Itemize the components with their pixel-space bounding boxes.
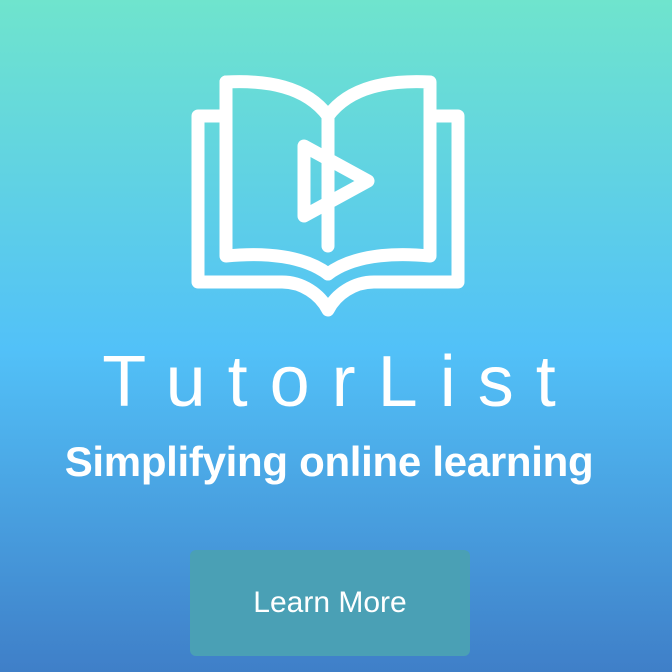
brand-name: TutorList [102,342,578,422]
learn-more-button[interactable]: Learn More [190,550,470,656]
open-book-play-icon [191,75,465,317]
landing-screen: TutorList Simplifying online learning Le… [0,0,672,672]
tagline: Simplifying online learning [64,438,594,485]
